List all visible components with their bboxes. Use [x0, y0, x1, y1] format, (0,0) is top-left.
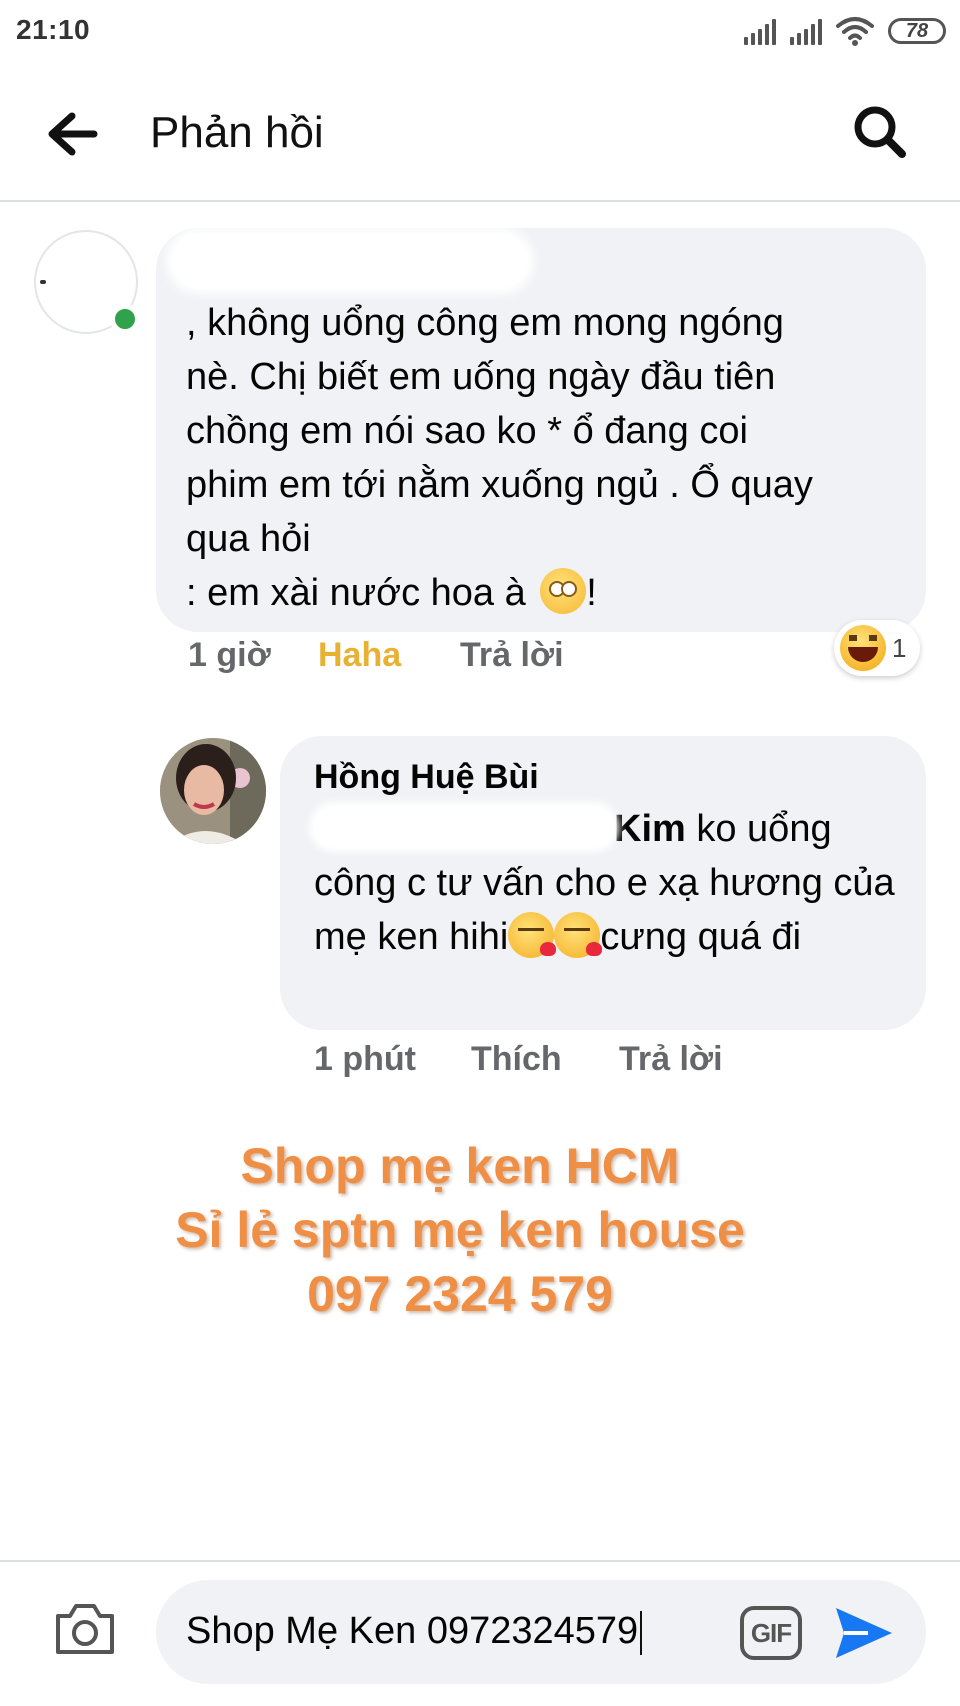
comment-actions: 1 phút Thích Trả lời — [314, 1040, 723, 1079]
rolling-eyes-emoji-icon — [540, 567, 587, 614]
signal-icon-2 — [790, 17, 822, 45]
watermark-line: Shop mẹ ken HCM — [240, 1138, 680, 1194]
comment-composer: Shop Mẹ Ken 0972324579 GIF — [0, 1560, 960, 1706]
redacted-mention — [314, 806, 614, 847]
comment-time: 1 giờ — [188, 636, 271, 674]
watermark-line: 097 2324 579 — [307, 1266, 613, 1322]
comment-actions: 1 giờ Haha Trả lời — [188, 636, 564, 675]
kiss-emoji-icon — [508, 911, 557, 958]
like-button[interactable]: Thích — [471, 1040, 619, 1079]
reply-button[interactable]: Trả lời — [619, 1040, 723, 1079]
search-icon[interactable] — [850, 102, 910, 162]
mention-tag[interactable]: Kim — [614, 808, 686, 850]
comment-input-value[interactable]: Shop Mẹ Ken 0972324579 — [186, 1610, 643, 1655]
haha-reaction-button[interactable]: Haha — [318, 636, 460, 675]
page-title: Phản hồi — [150, 108, 324, 157]
reply-button[interactable]: Trả lời — [460, 636, 564, 675]
text-caret — [640, 1610, 643, 1655]
battery-icon: 78 — [888, 18, 946, 44]
comment-input[interactable]: Shop Mẹ Ken 0972324579 GIF — [156, 1580, 926, 1684]
status-time: 21:10 — [16, 14, 91, 45]
wifi-icon — [836, 17, 874, 46]
comment-text: , không uổng công em mong ngóng nè. Chị … — [186, 302, 813, 614]
comment-text: Kim ko uổng công c tư vấn cho e xạ hương… — [314, 806, 895, 958]
send-icon[interactable] — [832, 1604, 896, 1662]
profile-photo — [160, 738, 266, 844]
kiss-emoji-icon — [554, 911, 603, 958]
signal-icon — [744, 17, 776, 45]
online-status-indicator — [110, 304, 140, 334]
status-icons: 78 — [744, 14, 946, 48]
reaction-count: 1 — [892, 632, 907, 663]
watermark-text: Shop mẹ ken HCM Sỉ lẻ sptn mẹ ken house … — [0, 1134, 920, 1326]
gif-button[interactable]: GIF — [740, 1606, 802, 1660]
redacted-name — [172, 234, 528, 288]
haha-icon — [840, 625, 886, 671]
comment-author[interactable]: Hồng Huệ Bùi — [314, 758, 539, 797]
status-bar: 21:10 78 — [0, 0, 960, 66]
app-header: Phản hồi — [0, 66, 960, 202]
avatar[interactable] — [160, 738, 266, 844]
camera-icon[interactable] — [52, 1600, 118, 1658]
back-arrow-icon[interactable] — [44, 110, 100, 158]
watermark-line: Sỉ lẻ sptn mẹ ken house — [175, 1202, 745, 1258]
reaction-summary[interactable]: 1 — [834, 620, 921, 676]
comment-time: 1 phút — [314, 1040, 416, 1078]
